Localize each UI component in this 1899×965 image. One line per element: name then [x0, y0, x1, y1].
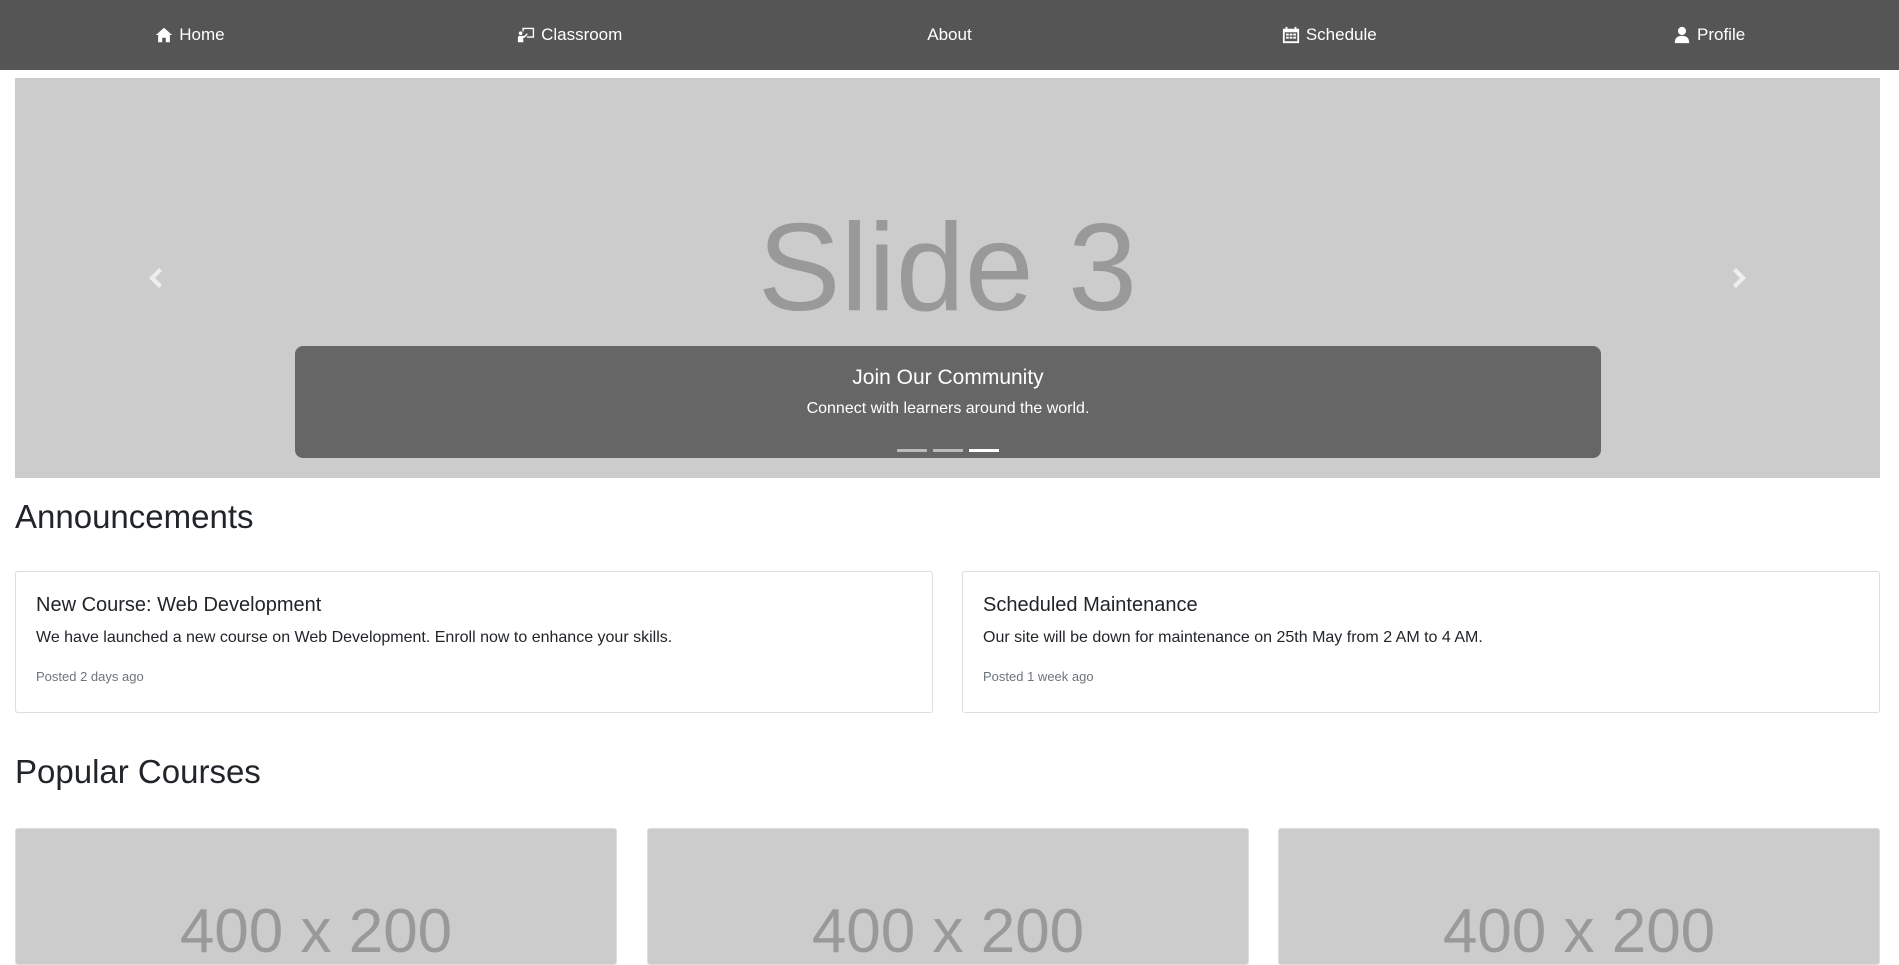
calendar-icon: [1282, 26, 1299, 44]
announcement-text: Our site will be down for maintenance on…: [983, 629, 1483, 646]
chevron-right-icon: [1733, 268, 1746, 288]
carousel-next-button[interactable]: [1720, 258, 1760, 298]
nav-about-label: About: [927, 25, 972, 44]
chevron-left-icon: [149, 268, 162, 288]
caption-text: Connect with learners around the world.: [806, 400, 1090, 417]
carousel-indicator-2[interactable]: [933, 449, 963, 452]
course-card[interactable]: 400 x 200: [1278, 828, 1880, 965]
carousel-indicators: [295, 449, 1601, 452]
user-icon: [1674, 26, 1690, 44]
carousel-indicator-3[interactable]: [969, 449, 999, 452]
announcement-meta: Posted 1 week ago: [983, 669, 1094, 684]
course-image-placeholder: 400 x 200: [1442, 897, 1716, 965]
nav-about[interactable]: About: [760, 25, 1140, 45]
announcement-title: New Course: Web Development: [36, 594, 322, 616]
course-card[interactable]: 400 x 200: [15, 828, 617, 965]
carousel-indicator-1[interactable]: [897, 449, 927, 452]
announcement-title: Scheduled Maintenance: [983, 594, 1198, 616]
caption-title: Join Our Community: [852, 366, 1044, 389]
top-navbar: Home Classroom About Schedule Profile: [0, 0, 1899, 70]
course-card[interactable]: 400 x 200: [647, 828, 1249, 965]
nav-schedule-label: Schedule: [1305, 25, 1377, 44]
nav-home[interactable]: Home: [0, 25, 380, 45]
classroom-icon: [517, 27, 535, 43]
carousel-prev-button[interactable]: [135, 258, 175, 298]
nav-profile-label: Profile: [1696, 25, 1746, 44]
announcement-text: We have launched a new course on Web Dev…: [36, 629, 673, 646]
nav-classroom-label: Classroom: [541, 25, 623, 44]
announcement-meta: Posted 2 days ago: [36, 669, 144, 684]
course-image-placeholder: 400 x 200: [811, 897, 1085, 965]
slide-placeholder-text: Slide 3: [757, 199, 1138, 338]
course-image-placeholder: 400 x 200: [179, 897, 453, 965]
nav-home-label: Home: [179, 25, 225, 44]
home-icon: [156, 27, 173, 43]
hero-carousel: Slide 3 Join Our Community Connect with …: [15, 78, 1880, 478]
popular-courses-heading: Popular Courses: [15, 753, 261, 790]
carousel-caption: Join Our Community Connect with learners…: [295, 346, 1601, 458]
announcements-heading: Announcements: [15, 498, 254, 535]
nav-schedule[interactable]: Schedule: [1139, 25, 1519, 45]
nav-profile[interactable]: Profile: [1519, 25, 1899, 45]
announcement-card: New Course: Web Development We have laun…: [15, 571, 933, 713]
nav-classroom[interactable]: Classroom: [380, 25, 760, 45]
announcement-card: Scheduled Maintenance Our site will be d…: [962, 571, 1880, 713]
